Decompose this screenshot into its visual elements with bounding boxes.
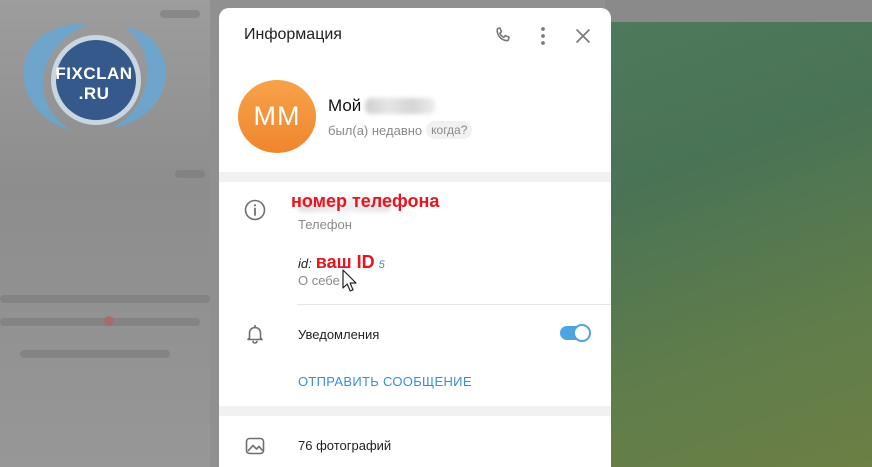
last-seen-status: был(а) недавно <box>328 122 423 138</box>
info-icon <box>243 198 267 222</box>
photos-count-item[interactable]: 76 фотографий <box>298 438 391 453</box>
section-separator <box>219 406 611 416</box>
fixclan-logo: FIXCLAN .RU <box>16 18 172 138</box>
more-options-button[interactable] <box>531 24 555 48</box>
mouse-cursor-icon <box>342 269 358 293</box>
toggle-knob <box>573 324 591 342</box>
profile-section: MM Мой был(а) недавно когда? <box>219 64 611 172</box>
name-redaction <box>365 98 436 114</box>
last-seen-row: был(а) недавно когда? <box>328 121 473 139</box>
section-separator <box>219 172 611 182</box>
panel-header: Информация <box>219 8 611 64</box>
avatar[interactable]: MM <box>238 80 316 153</box>
bio-prefix: id: <box>298 256 312 271</box>
more-vertical-icon <box>541 27 545 45</box>
blurred-element <box>0 318 200 326</box>
id-tail: 5 <box>378 259 385 271</box>
close-panel-button[interactable] <box>571 24 595 48</box>
blurred-element <box>175 170 205 178</box>
blurred-element <box>160 10 200 18</box>
notifications-label: Уведомления <box>298 327 380 342</box>
panel-title: Информация <box>244 26 342 43</box>
logo-text-line1: FIXCLAN <box>55 64 133 83</box>
background-top-strip <box>605 0 872 22</box>
bio-label: О себе <box>298 273 340 288</box>
notifications-toggle[interactable] <box>560 324 591 342</box>
profile-name-row: Мой <box>328 95 436 117</box>
when-badge[interactable]: когда? <box>426 121 473 139</box>
phone-call-button[interactable] <box>491 24 515 48</box>
close-icon <box>576 29 590 43</box>
divider <box>297 304 611 305</box>
blurred-element <box>104 316 114 326</box>
send-message-button[interactable]: ОТПРАВИТЬ СООБЩЕНИЕ <box>298 374 472 389</box>
blurred-element <box>0 295 210 303</box>
blurred-element <box>20 350 170 358</box>
phone-number-annotation: номер телефона <box>291 191 440 211</box>
logo-text-line2: .RU <box>78 84 110 103</box>
user-info-panel: Информация MM Мой был(а) недавно когда? … <box>219 8 611 467</box>
phone-icon <box>496 27 510 42</box>
photo-icon <box>243 434 267 458</box>
profile-name: Мой <box>328 96 362 115</box>
background-chat-wallpaper <box>605 0 872 467</box>
bell-icon <box>243 322 267 346</box>
phone-label: Телефон <box>298 217 352 232</box>
